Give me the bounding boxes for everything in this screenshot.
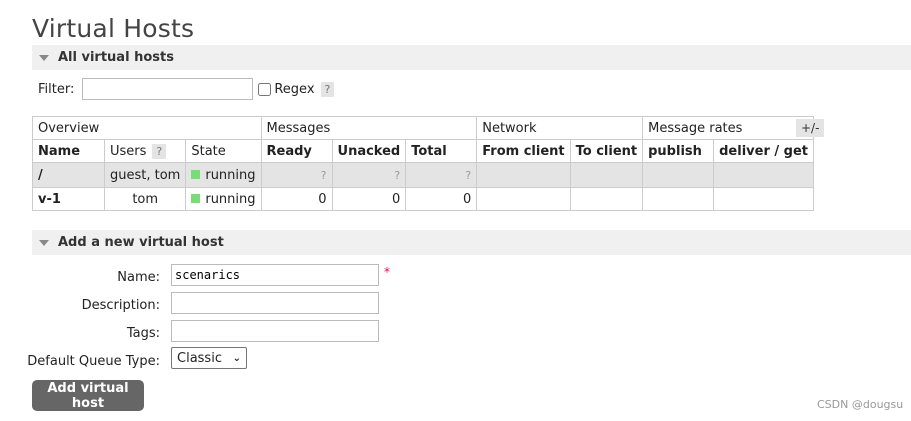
chevron-down-icon: ⌄ — [232, 352, 241, 364]
vhosts-table: Overview Messages Network Message rates … — [32, 116, 814, 211]
regex-help-icon[interactable]: ? — [320, 81, 335, 97]
from-client-cell — [476, 162, 571, 188]
col-state[interactable]: State — [185, 139, 262, 163]
table-column-header-row: Name Users? State Ready Unacked Total Fr… — [32, 139, 814, 163]
col-ready[interactable]: Ready — [260, 139, 333, 163]
total-cell: 0 — [405, 187, 478, 211]
name-label: Name: — [117, 270, 160, 285]
deliver-get-cell — [713, 162, 814, 188]
group-messages: Messages — [260, 116, 478, 140]
filter-label: Filter: — [38, 81, 75, 97]
regex-label: Regex — [274, 81, 315, 97]
description-input[interactable] — [171, 292, 379, 314]
group-message-rates: Message rates — [642, 116, 814, 140]
required-mark: * — [384, 265, 390, 279]
running-status-icon — [191, 169, 201, 179]
to-client-cell — [569, 187, 644, 211]
ready-cell: 0 — [260, 187, 333, 211]
vhost-name-link[interactable]: / — [32, 162, 105, 188]
all-vhosts-section-header[interactable]: All virtual hosts — [32, 45, 911, 70]
from-client-cell — [476, 187, 571, 211]
unacked-cell: 0 — [331, 187, 407, 211]
queue-type-select[interactable]: Classic ⌄ — [171, 347, 247, 369]
group-overview: Overview — [32, 116, 262, 140]
section-title: Add a new virtual host — [58, 235, 224, 250]
running-status-icon — [191, 193, 201, 203]
regex-checkbox[interactable] — [258, 82, 272, 96]
col-deliver-get[interactable]: deliver / get — [713, 139, 814, 163]
col-users[interactable]: Users? — [103, 139, 187, 163]
total-cell: ? — [405, 162, 478, 188]
filter-input[interactable] — [82, 78, 254, 100]
queue-type-label: Default Queue Type: — [27, 354, 160, 369]
col-total[interactable]: Total — [405, 139, 478, 163]
table-group-header-row: Overview Messages Network Message rates — [32, 116, 814, 140]
table-row: v-1 tom running 0 0 0 — [32, 187, 814, 211]
col-name[interactable]: Name — [32, 139, 105, 163]
state-cell: running — [185, 187, 262, 211]
unacked-cell: ? — [331, 162, 407, 188]
collapse-triangle-icon — [39, 54, 49, 61]
name-input[interactable] — [171, 264, 379, 286]
col-publish[interactable]: publish — [642, 139, 715, 163]
publish-cell — [642, 162, 715, 188]
column-toggle-button[interactable]: +/- — [796, 119, 825, 137]
description-label: Description: — [81, 298, 160, 313]
collapse-triangle-icon — [39, 239, 49, 246]
tags-label: Tags: — [126, 326, 160, 341]
filter-row: Filter: Regex ? — [38, 78, 335, 100]
group-network: Network — [476, 116, 644, 140]
to-client-cell — [569, 162, 644, 188]
tags-input[interactable] — [171, 320, 379, 342]
col-from-client[interactable]: From client — [476, 139, 571, 163]
users-help-icon[interactable]: ? — [152, 143, 167, 159]
add-virtual-host-button[interactable]: Add virtual host — [32, 380, 144, 411]
queue-type-value: Classic — [177, 350, 222, 366]
watermark: CSDN @dougsu — [817, 398, 904, 411]
users-cell: guest, tom — [103, 162, 187, 188]
section-title: All virtual hosts — [58, 50, 174, 65]
deliver-get-cell — [713, 187, 814, 211]
add-vhost-section-header[interactable]: Add a new virtual host — [32, 230, 911, 255]
publish-cell — [642, 187, 715, 211]
page-title: Virtual Hosts — [32, 14, 195, 43]
table-row: / guest, tom running ? ? ? — [32, 162, 814, 188]
col-unacked[interactable]: Unacked — [331, 139, 407, 163]
col-to-client[interactable]: To client — [569, 139, 644, 163]
vhost-name-link[interactable]: v-1 — [32, 187, 105, 211]
state-cell: running — [185, 162, 262, 188]
ready-cell: ? — [260, 162, 333, 188]
users-cell: tom — [103, 187, 187, 211]
